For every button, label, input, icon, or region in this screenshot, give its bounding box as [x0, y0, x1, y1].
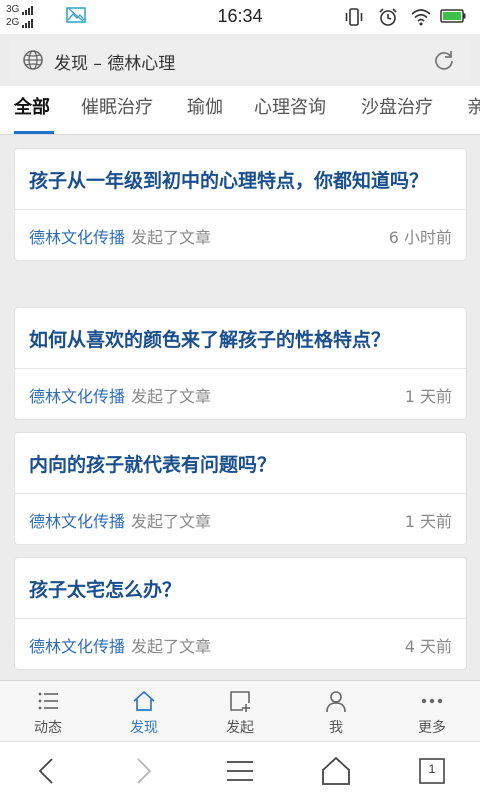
wifi-icon: [411, 9, 431, 26]
compose-icon: [230, 691, 250, 712]
vibrate-icon: [345, 8, 363, 26]
article-time: 6 小时前: [388, 228, 452, 247]
article-card[interactable]: 孩子从一年级到初中的心理特点，你都知道吗？ 德林文化传播 发起了文章 6 小时前: [14, 148, 467, 261]
tab-parenting[interactable]: 亲: [467, 93, 480, 119]
nav-item-discover[interactable]: 发现: [96, 681, 192, 741]
article-title[interactable]: 如何从喜欢的颜色来了解孩子的性格特点？: [15, 308, 466, 368]
nav-label: 更多: [418, 720, 446, 736]
nav-label: 发现: [130, 720, 158, 736]
address-bar[interactable]: 发现 – 德林心理: [10, 40, 470, 80]
article-card[interactable]: 孩子太宅怎么办？ 德林文化传播 发起了文章 4 天前: [14, 557, 467, 670]
article-time: 4 天前: [404, 637, 452, 656]
browser-toolbar: 1: [0, 741, 480, 801]
battery-icon: [440, 9, 466, 23]
article-meta: 德林文化传播 发起了文章 1 天前: [15, 368, 466, 419]
article-action: 发起了文章: [131, 637, 212, 656]
alarm-icon: [379, 8, 397, 26]
home-icon: [133, 690, 155, 711]
more-icon: [421, 698, 443, 704]
globe-icon: [23, 50, 43, 70]
nav-item-feed[interactable]: 动态: [0, 681, 96, 741]
article-author-line: 德林文化传播 发起了文章: [29, 508, 211, 532]
article-title[interactable]: 内向的孩子就代表有问题吗？: [15, 433, 466, 493]
tab-yoga[interactable]: 瑜伽: [187, 93, 223, 119]
author-link[interactable]: 德林文化传播: [29, 637, 125, 656]
nav-item-me[interactable]: 我: [288, 681, 384, 741]
article-time: 1 天前: [404, 387, 452, 406]
nav-label: 动态: [34, 720, 62, 736]
article-author-line: 德林文化传播 发起了文章: [29, 383, 211, 407]
article-action: 发起了文章: [131, 512, 212, 531]
menu-icon[interactable]: [225, 756, 255, 786]
nav-label: 我: [329, 720, 343, 736]
article-card[interactable]: 内向的孩子就代表有问题吗？ 德林文化传播 发起了文章 1 天前: [14, 432, 467, 545]
tabs-button[interactable]: 1: [417, 756, 447, 786]
article-feed: 孩子从一年级到初中的心理特点，你都知道吗？ 德林文化传播 发起了文章 6 小时前 …: [0, 135, 480, 680]
nav-item-compose[interactable]: 发起: [192, 681, 288, 741]
home-page-icon[interactable]: [321, 756, 351, 786]
user-icon: [326, 691, 346, 713]
author-link[interactable]: 德林文化传播: [29, 387, 125, 406]
tab-hypnotherapy[interactable]: 催眠治疗: [81, 93, 153, 119]
article-meta: 德林文化传播 发起了文章 4 天前: [15, 618, 466, 669]
clock: 16:34: [217, 6, 263, 26]
list-icon: [38, 692, 58, 710]
active-tab-indicator: [14, 131, 54, 134]
article-card[interactable]: 如何从喜欢的颜色来了解孩子的性格特点？ 德林文化传播 发起了文章 1 天前: [14, 307, 467, 420]
article-title[interactable]: 孩子太宅怎么办？: [15, 558, 466, 618]
reload-icon[interactable]: [432, 48, 456, 72]
tab-count: 1: [428, 762, 436, 776]
article-meta: 德林文化传播 发起了文章 6 小时前: [15, 209, 466, 260]
tab-counseling[interactable]: 心理咨询: [254, 93, 326, 119]
forward-icon[interactable]: [128, 756, 158, 786]
category-tabs: 全部 催眠治疗 瑜伽 心理咨询 沙盘治疗 亲: [0, 86, 480, 135]
article-author-line: 德林文化传播 发起了文章: [29, 633, 211, 657]
article-action: 发起了文章: [131, 387, 212, 406]
status-bar: 3G 2G 16:34: [0, 0, 480, 34]
article-title[interactable]: 孩子从一年级到初中的心理特点，你都知道吗？: [15, 149, 466, 209]
tab-sandplay[interactable]: 沙盘治疗: [361, 93, 433, 119]
article-action: 发起了文章: [131, 228, 212, 247]
page-title: 发现 – 德林心理: [54, 54, 176, 74]
author-link[interactable]: 德林文化传播: [29, 512, 125, 531]
article-time: 1 天前: [404, 512, 452, 531]
back-icon[interactable]: [32, 756, 62, 786]
author-link[interactable]: 德林文化传播: [29, 228, 125, 247]
article-author-line: 德林文化传播 发起了文章: [29, 224, 211, 248]
nav-item-more[interactable]: 更多: [384, 681, 480, 741]
nav-label: 发起: [226, 720, 254, 736]
tab-all[interactable]: 全部: [14, 93, 50, 119]
article-meta: 德林文化传播 发起了文章 1 天前: [15, 493, 466, 544]
bottom-nav: 动态 发现 发起 我 更多: [0, 680, 480, 741]
